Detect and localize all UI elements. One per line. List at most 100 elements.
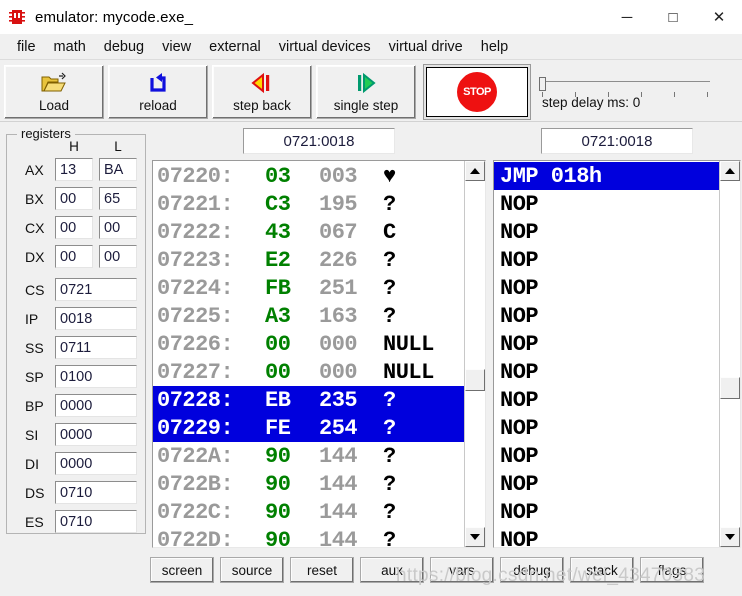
register-field-ah[interactable]: 13 (55, 158, 93, 181)
memory-row[interactable]: 07220: 03 003 ♥ (153, 162, 464, 190)
memory-cell-dec: 251 (319, 275, 358, 301)
reload-button[interactable]: reload (108, 65, 208, 119)
memory-row[interactable]: 07224: FB 251? (153, 274, 464, 302)
menu-bar: file math debug view external virtual de… (0, 34, 742, 60)
flags-button[interactable]: flags (640, 557, 704, 583)
disassembly-row[interactable]: NOP (494, 302, 719, 330)
menu-item-help[interactable]: help (472, 37, 517, 57)
vars-button[interactable]: vars (430, 557, 494, 583)
register-row-ss: SS 0711 (7, 333, 145, 362)
disassembly-row[interactable]: JMP 018h (494, 162, 719, 190)
register-field-al[interactable]: BA (99, 158, 137, 181)
slider-thumb[interactable] (539, 77, 546, 91)
disassembly-row[interactable]: NOP (494, 470, 719, 498)
register-label-ax: AX (25, 161, 44, 178)
memory-scrollbar[interactable] (464, 161, 485, 547)
memory-cell-hex: 43 (265, 219, 291, 245)
register-field-ip[interactable]: 0018 (55, 307, 137, 330)
register-field-ss[interactable]: 0711 (55, 336, 137, 359)
memory-cell-dec: 254 (319, 415, 358, 441)
memory-row[interactable]: 07226: 00 000 NULL (153, 330, 464, 358)
register-field-ch[interactable]: 00 (55, 216, 93, 239)
memory-row[interactable]: 0722C: 90 144? (153, 498, 464, 526)
memory-cell-dec: 003 (319, 163, 358, 189)
register-field-dl[interactable]: 00 (99, 245, 137, 268)
load-button[interactable]: Load (4, 65, 104, 119)
single-step-button[interactable]: single step (316, 65, 416, 119)
disassembly-scroll-up-button[interactable] (720, 161, 740, 181)
disassembly-row[interactable]: NOP (494, 526, 719, 548)
memory-listbox[interactable]: 07220: 03 003 ♥ 07221: C3 195? 07222: 43 067 C 0722… (152, 160, 486, 548)
close-button[interactable]: ✕ (696, 0, 742, 34)
memory-cell-chr: ? (383, 471, 396, 497)
source-button[interactable]: source (220, 557, 284, 583)
memory-row[interactable]: 07222: 43 067 C (153, 218, 464, 246)
menu-item-external[interactable]: external (200, 37, 270, 57)
register-field-ds[interactable]: 0710 (55, 481, 137, 504)
disassembly-row[interactable]: NOP (494, 442, 719, 470)
stop-button[interactable]: STOP (426, 67, 528, 117)
memory-row[interactable]: 0722A: 90 144? (153, 442, 464, 470)
memory-scroll-thumb[interactable] (465, 369, 485, 391)
memory-cell-hex: 90 (265, 499, 291, 525)
chevron-up-icon (470, 168, 480, 174)
disassembly-row[interactable]: NOP (494, 218, 719, 246)
memory-row[interactable]: 07229: FE 254? (153, 414, 464, 442)
memory-address-field[interactable]: 0721:0018 (243, 128, 395, 154)
memory-row[interactable]: 07227: 00 000 NULL (153, 358, 464, 386)
disassembly-scroll-track[interactable] (720, 181, 740, 527)
screen-button[interactable]: screen (150, 557, 214, 583)
register-field-es[interactable]: 0710 (55, 510, 137, 533)
disassembly-row[interactable]: NOP (494, 414, 719, 442)
menu-item-virtual-devices[interactable]: virtual devices (270, 37, 380, 57)
disassembly-row[interactable]: NOP (494, 358, 719, 386)
disassembly-scroll-down-button[interactable] (720, 527, 740, 547)
memory-scroll-down-button[interactable] (465, 527, 485, 547)
memory-row[interactable]: 07221: C3 195? (153, 190, 464, 218)
disassembly-scroll-thumb[interactable] (720, 377, 740, 399)
disassembly-row[interactable]: NOP (494, 274, 719, 302)
reset-button[interactable]: reset (290, 557, 354, 583)
register-field-bl[interactable]: 65 (99, 187, 137, 210)
register-field-cl[interactable]: 00 (99, 216, 137, 239)
memory-scroll-up-button[interactable] (465, 161, 485, 181)
register-field-si[interactable]: 0000 (55, 423, 137, 446)
memory-row[interactable]: 0722B: 90 144? (153, 470, 464, 498)
register-field-sp[interactable]: 0100 (55, 365, 137, 388)
memory-row[interactable]: 07223: E2 226? (153, 246, 464, 274)
menu-item-virtual-drive[interactable]: virtual drive (380, 37, 472, 57)
debug-button[interactable]: debug (500, 557, 564, 583)
step-back-button[interactable]: step back (212, 65, 312, 119)
menu-item-file[interactable]: file (8, 37, 45, 57)
stack-button[interactable]: stack (570, 557, 634, 583)
aux-button[interactable]: aux (360, 557, 424, 583)
registers-group: registers H L AX 13 BA BX 00 65 CX 00 00… (6, 126, 146, 534)
disassembly-row[interactable]: NOP (494, 498, 719, 526)
disassembly-address-field[interactable]: 0721:0018 (541, 128, 693, 154)
disassembly-row[interactable]: NOP (494, 330, 719, 358)
register-field-dh[interactable]: 00 (55, 245, 93, 268)
memory-row[interactable]: 07228: EB 235? (153, 386, 464, 414)
minimize-button[interactable]: ─ (604, 0, 650, 34)
disassembly-list: JMP 018h NOP NOP NOP NOP NOP NOP NOP NOP NOP NOP NO… (494, 161, 719, 547)
register-field-bp[interactable]: 0000 (55, 394, 137, 417)
step-delay-slider[interactable] (538, 77, 710, 97)
memory-scroll-track[interactable] (465, 181, 485, 527)
maximize-button[interactable]: □ (650, 0, 696, 34)
register-field-cs[interactable]: 0721 (55, 278, 137, 301)
memory-cell-dec: 163 (319, 303, 358, 329)
main-area: registers H L AX 13 BA BX 00 65 CX 00 00… (0, 122, 742, 548)
disassembly-scrollbar[interactable] (719, 161, 740, 547)
menu-item-math[interactable]: math (45, 37, 95, 57)
memory-row[interactable]: 0722D: 90 144? (153, 526, 464, 548)
disassembly-row[interactable]: NOP (494, 190, 719, 218)
memory-row[interactable]: 07225: A3 163? (153, 302, 464, 330)
register-label-si: SI (25, 426, 39, 443)
register-field-di[interactable]: 0000 (55, 452, 137, 475)
disassembly-listbox[interactable]: JMP 018h NOP NOP NOP NOP NOP NOP NOP NOP NOP NOP NO… (493, 160, 741, 548)
disassembly-row[interactable]: NOP (494, 386, 719, 414)
disassembly-row[interactable]: NOP (494, 246, 719, 274)
menu-item-debug[interactable]: debug (95, 37, 153, 57)
menu-item-view[interactable]: view (153, 37, 200, 57)
register-field-bh[interactable]: 00 (55, 187, 93, 210)
